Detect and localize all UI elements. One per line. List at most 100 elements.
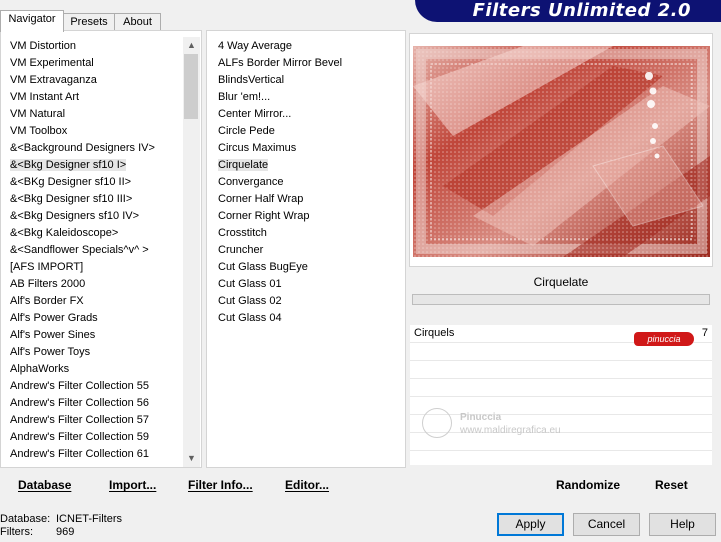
category-item[interactable]: &<BKg Designer sf10 II> xyxy=(0,174,183,191)
category-item[interactable]: &<Background Designers IV> xyxy=(0,140,183,157)
tab-about-label: About xyxy=(123,16,152,28)
database-info-label: Database: xyxy=(0,513,51,525)
cancel-label: Cancel xyxy=(587,517,626,531)
help-label: Help xyxy=(670,517,695,531)
category-scrollbar[interactable]: ▲ ▼ xyxy=(183,37,200,467)
category-item[interactable]: Andrew's Filter Collection 59 xyxy=(0,429,183,446)
filter-item-selected[interactable]: Cirquelate xyxy=(206,157,404,174)
category-item[interactable]: AB Filters 2000 xyxy=(0,276,183,293)
category-item-selected[interactable]: &<Bkg Designer sf10 I> xyxy=(0,157,183,174)
parameter-area: Cirquels 7 xyxy=(410,325,712,469)
filters-count-value: 969 xyxy=(56,526,75,538)
filter-item[interactable]: BlindsVertical xyxy=(206,72,404,89)
filter-item-selected-label: Cirquelate xyxy=(218,159,269,171)
filter-item[interactable]: Convergance xyxy=(206,174,404,191)
reset-label: Reset xyxy=(655,478,688,492)
filter-item[interactable]: Cut Glass BugEye xyxy=(206,259,404,276)
tab-about[interactable]: About xyxy=(114,13,161,31)
randomize-label: Randomize xyxy=(556,478,621,492)
filter-list[interactable]: 4 Way Average ALFs Border Mirror Bevel B… xyxy=(206,38,404,466)
tab-navigator[interactable]: Navigator xyxy=(0,10,64,32)
category-item[interactable]: AlphaWorks xyxy=(0,361,183,378)
filter-item[interactable]: Corner Half Wrap xyxy=(206,191,404,208)
scroll-down-icon[interactable]: ▼ xyxy=(183,450,200,467)
watermark-badge: pinuccia xyxy=(634,332,694,346)
category-item[interactable]: Alf's Power Toys xyxy=(0,344,183,361)
filter-item[interactable]: Corner Right Wrap xyxy=(206,208,404,225)
filter-item[interactable]: Cut Glass 01 xyxy=(206,276,404,293)
title-banner: Filters Unlimited 2.0 xyxy=(415,0,721,22)
database-button[interactable]: Database xyxy=(18,476,71,494)
category-item[interactable]: VM Distortion xyxy=(0,38,183,55)
watermark-logo-icon xyxy=(422,408,452,438)
database-label: Database xyxy=(18,478,72,492)
param-row-empty xyxy=(410,379,712,397)
randomize-button[interactable]: Randomize xyxy=(556,476,620,494)
filter-item[interactable]: Cruncher xyxy=(206,242,404,259)
preview-graphic xyxy=(413,46,710,257)
category-item[interactable]: VM Natural xyxy=(0,106,183,123)
category-item[interactable]: VM Experimental xyxy=(0,55,183,72)
apply-label: Apply xyxy=(515,517,546,531)
category-item[interactable]: &<Bkg Designers sf10 IV> xyxy=(0,208,183,225)
cancel-button[interactable]: Cancel xyxy=(573,513,640,536)
category-item[interactable]: Andrew's Filter Collection 56 xyxy=(0,395,183,412)
filter-item[interactable]: Circus Maximus xyxy=(206,140,404,157)
param-row-empty xyxy=(410,415,712,433)
scroll-up-icon[interactable]: ▲ xyxy=(183,37,200,54)
param-row-empty xyxy=(410,397,712,415)
scroll-thumb[interactable] xyxy=(184,54,198,119)
category-item[interactable]: VM Extravaganza xyxy=(0,72,183,89)
filter-item[interactable]: ALFs Border Mirror Bevel xyxy=(206,55,404,72)
category-item[interactable]: Andrew's Filter Collection 61 xyxy=(0,446,183,463)
param-label: Cirquels xyxy=(414,327,455,339)
selected-filter-name: Cirquelate xyxy=(533,275,589,289)
watermark-name: Pinuccia xyxy=(460,412,502,423)
progress-bar xyxy=(412,294,710,305)
reset-button[interactable]: Reset xyxy=(655,476,688,494)
category-item[interactable]: &<Bkg Designer sf10 III> xyxy=(0,191,183,208)
category-item[interactable]: Alf's Power Grads xyxy=(0,310,183,327)
category-item[interactable]: Andrew's Filter Collection 57 xyxy=(0,412,183,429)
banner-title: Filters Unlimited 2.0 xyxy=(472,0,691,21)
filter-item[interactable]: Center Mirror... xyxy=(206,106,404,123)
watermark-badge-text: pinuccia xyxy=(647,334,681,344)
import-label: Import... xyxy=(109,478,157,492)
apply-button[interactable]: Apply xyxy=(497,513,564,536)
category-item[interactable]: VM Toolbox xyxy=(0,123,183,140)
category-item[interactable]: Alf's Border FX xyxy=(0,293,183,310)
editor-button[interactable]: Editor... xyxy=(285,476,329,494)
filter-item[interactable]: Cut Glass 02 xyxy=(206,293,404,310)
param-row-empty xyxy=(410,451,712,469)
tab-presets[interactable]: Presets xyxy=(63,13,115,31)
tab-presets-label: Presets xyxy=(70,16,108,28)
category-item[interactable]: &<Bkg Kaleidoscope> xyxy=(0,225,183,242)
filter-item[interactable]: Cut Glass 04 xyxy=(206,310,404,327)
filter-info-button[interactable]: Filter Info... xyxy=(188,476,253,494)
category-item[interactable]: [AFS IMPORT] xyxy=(0,259,183,276)
filter-item[interactable]: 4 Way Average xyxy=(206,38,404,55)
watermark-site: www.maldiregrafica.eu xyxy=(460,425,561,436)
filters-count-label: Filters: xyxy=(0,526,33,538)
category-item[interactable]: &<Sandflower Specials^v^ > xyxy=(0,242,183,259)
category-item[interactable]: Alf's Power Sines xyxy=(0,327,183,344)
filter-item[interactable]: Crosstitch xyxy=(206,225,404,242)
category-item[interactable]: Andrew's Filter Collection 55 xyxy=(0,378,183,395)
database-info-value: ICNET-Filters xyxy=(56,513,122,525)
import-button[interactable]: Import... xyxy=(109,476,156,494)
param-row-empty xyxy=(410,433,712,451)
preview-image[interactable] xyxy=(413,46,710,257)
selected-filter-title: Cirquelate xyxy=(412,270,710,294)
help-button[interactable]: Help xyxy=(649,513,716,536)
category-item-selected-label: &<Bkg Designer sf10 I> xyxy=(10,159,127,171)
category-item[interactable]: VM Instant Art xyxy=(0,89,183,106)
filter-item[interactable]: Blur 'em!... xyxy=(206,89,404,106)
filter-info-label: Filter Info... xyxy=(188,478,253,492)
category-list[interactable]: VM Distortion VM Experimental VM Extrava… xyxy=(0,38,183,466)
filter-item[interactable]: Circle Pede xyxy=(206,123,404,140)
filters-count-info: Filters: 969 xyxy=(0,526,74,539)
tab-navigator-label: Navigator xyxy=(8,13,56,25)
tab-strip: Navigator Presets About xyxy=(0,10,161,32)
param-value[interactable]: 7 xyxy=(702,325,708,342)
database-info: Database: ICNET-Filters xyxy=(0,513,122,526)
